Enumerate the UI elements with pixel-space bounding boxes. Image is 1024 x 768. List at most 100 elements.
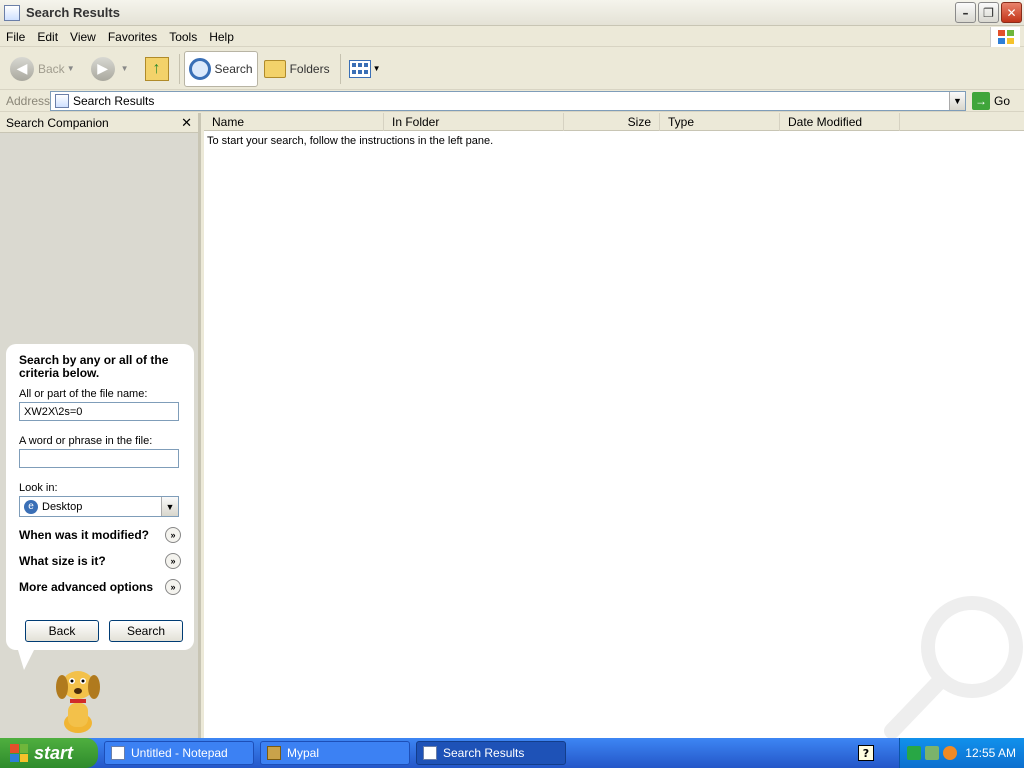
filename-input[interactable] xyxy=(19,402,179,421)
address-field[interactable]: Search Results ▼ xyxy=(50,91,966,111)
desktop-icon: e xyxy=(24,499,38,514)
address-value: Search Results xyxy=(73,94,155,108)
expand-chevron-icon[interactable]: » xyxy=(165,579,181,595)
search-submit-button[interactable]: Search xyxy=(109,620,183,642)
search-button[interactable]: Search xyxy=(183,50,258,87)
system-tray: 12:55 AM xyxy=(899,738,1024,768)
folders-button[interactable]: Folders xyxy=(260,51,334,87)
column-header-name[interactable]: Name xyxy=(204,113,384,131)
back-button[interactable]: ◀ Back ▼ xyxy=(6,51,85,87)
network-icon[interactable] xyxy=(925,746,940,760)
menu-tools[interactable]: Tools xyxy=(163,30,203,44)
back-button[interactable]: Back xyxy=(25,620,99,642)
start-label: start xyxy=(34,742,74,763)
forward-dropdown-icon[interactable]: ▼ xyxy=(121,64,129,73)
start-button[interactable]: start xyxy=(0,738,98,768)
search-tray-icon[interactable] xyxy=(943,746,958,760)
windows-flag-icon xyxy=(10,744,28,762)
close-button[interactable]: ✕ xyxy=(1001,2,1022,23)
title-bar: Search Results – ❐ ✕ xyxy=(0,0,1024,26)
column-header-size[interactable]: Size xyxy=(564,113,660,131)
go-label: Go xyxy=(994,94,1011,108)
expand-chevron-icon[interactable]: » xyxy=(165,527,181,543)
phrase-label: A word or phrase in the file: xyxy=(19,435,153,447)
forward-button[interactable]: ▶ ▼ xyxy=(87,51,139,87)
go-arrow-icon: → xyxy=(972,92,990,110)
minimize-button[interactable]: – xyxy=(955,2,976,23)
forward-arrow-icon: ▶ xyxy=(90,56,115,81)
windows-logo-icon xyxy=(990,27,1020,47)
what-size-expander[interactable]: What size is it? » xyxy=(19,553,181,569)
address-dropdown-icon[interactable]: ▼ xyxy=(949,92,965,110)
mypal-icon xyxy=(267,746,281,760)
look-in-label: Look in: xyxy=(19,482,58,494)
clock[interactable]: 12:55 AM xyxy=(965,746,1016,760)
menu-help[interactable]: Help xyxy=(203,30,240,44)
search-companion-pane: Search Companion ✕ Search by any or all … xyxy=(0,113,201,738)
back-arrow-icon: ◀ xyxy=(10,56,34,81)
folders-label: Folders xyxy=(289,61,330,76)
search-results-icon xyxy=(4,4,20,21)
notepad-icon xyxy=(111,746,125,760)
search-criteria-panel: Search by any or all of the criteria bel… xyxy=(6,344,194,650)
search-label: Search xyxy=(214,61,253,76)
taskbar: start Untitled - Notepad Mypal Search Re… xyxy=(0,738,1024,768)
toolbar-separator xyxy=(339,53,341,84)
search-companion-title: Search Companion xyxy=(6,115,109,130)
when-modified-expander[interactable]: When was it modified? » xyxy=(19,527,181,543)
look-in-select[interactable]: e Desktop ▼ xyxy=(19,496,179,517)
column-header-type[interactable]: Type xyxy=(660,113,780,131)
window-title: Search Results xyxy=(26,5,120,20)
advanced-options-label: More advanced options xyxy=(19,580,154,594)
menu-view[interactable]: View xyxy=(64,30,102,44)
go-button[interactable]: → Go xyxy=(972,92,1010,110)
column-header-in-folder[interactable]: In Folder xyxy=(384,113,564,131)
folder-up-icon: ↑ xyxy=(144,56,169,81)
help-icon[interactable]: ? xyxy=(858,745,874,761)
taskbar-item-notepad[interactable]: Untitled - Notepad xyxy=(104,741,254,765)
standard-toolbar: ◀ Back ▼ ▶ ▼ ↑ Search Folders ▼ xyxy=(0,48,1024,90)
menu-favorites[interactable]: Favorites xyxy=(102,30,163,44)
folders-icon xyxy=(263,59,286,78)
search-results-icon xyxy=(55,94,69,108)
taskbar-item-mypal[interactable]: Mypal xyxy=(260,741,410,765)
taskbar-item-label: Search Results xyxy=(443,746,525,760)
toolbar-separator xyxy=(178,53,180,84)
search-criteria-heading: Search by any or all of the criteria bel… xyxy=(19,353,169,380)
close-pane-icon[interactable]: ✕ xyxy=(181,115,192,131)
menu-edit[interactable]: Edit xyxy=(31,30,64,44)
advanced-options-expander[interactable]: More advanced options » xyxy=(19,579,181,595)
bubble-tail xyxy=(18,650,34,670)
back-dropdown-icon[interactable]: ▼ xyxy=(67,64,75,73)
menu-bar: File Edit View Favorites Tools Help xyxy=(0,27,1024,47)
views-icon xyxy=(348,59,371,78)
look-in-value: Desktop xyxy=(42,500,83,513)
filename-label: All or part of the file name: xyxy=(19,388,148,400)
views-dropdown-icon: ▼ xyxy=(372,64,381,73)
address-label: Address xyxy=(6,93,51,108)
taskbar-item-label: Mypal xyxy=(287,746,320,760)
chevron-down-icon[interactable]: ▼ xyxy=(161,497,178,516)
taskbar-item-search-results[interactable]: Search Results xyxy=(416,741,566,765)
search-companion-buttons: Back Search xyxy=(25,620,183,642)
search-dog-icon[interactable] xyxy=(50,663,106,735)
address-bar: Address Search Results ▼ → Go xyxy=(0,90,1024,112)
up-button[interactable]: ↑ xyxy=(141,51,173,87)
phrase-input[interactable] xyxy=(19,449,179,468)
expand-chevron-icon[interactable]: » xyxy=(165,553,181,569)
views-button[interactable]: ▼ xyxy=(345,51,391,87)
media-player-icon[interactable] xyxy=(907,746,922,760)
search-results-icon xyxy=(423,746,437,760)
restore-button[interactable]: ❐ xyxy=(978,2,999,23)
what-size-label: What size is it? xyxy=(19,554,106,568)
results-column-headers: Name In Folder Size Type Date Modified xyxy=(204,113,1024,131)
taskbar-item-label: Untitled - Notepad xyxy=(131,746,228,760)
results-pane: Name In Folder Size Type Date Modified T… xyxy=(204,113,1024,738)
menu-file[interactable]: File xyxy=(0,30,31,44)
search-companion-header: Search Companion ✕ xyxy=(0,113,198,133)
column-header-date-modified[interactable]: Date Modified xyxy=(780,113,900,131)
back-label: Back xyxy=(38,61,65,76)
magnifier-watermark-icon xyxy=(884,596,1023,738)
when-modified-label: When was it modified? xyxy=(19,528,150,542)
window-controls: – ❐ ✕ xyxy=(955,2,1022,23)
